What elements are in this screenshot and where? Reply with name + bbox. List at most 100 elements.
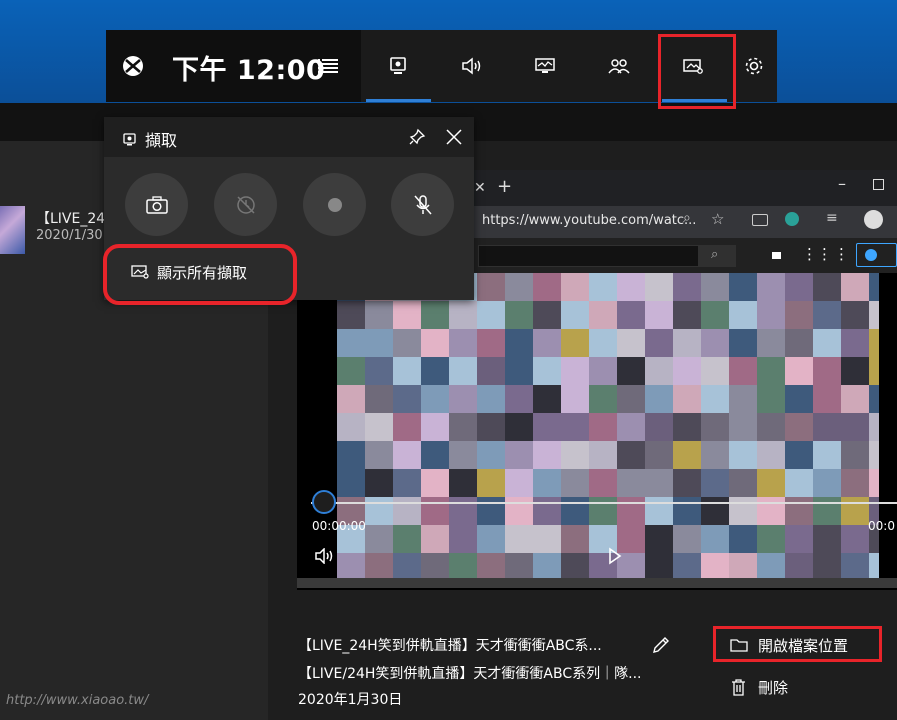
- video-mosaic-tile: [505, 553, 533, 578]
- social-widget-button[interactable]: [593, 30, 645, 102]
- video-mosaic-tile: [841, 385, 869, 413]
- video-mosaic-tile: [421, 301, 449, 329]
- video-mosaic-tile: [785, 273, 813, 301]
- video-mosaic-tile: [449, 357, 477, 385]
- gallery-item-title[interactable]: 【LIVE_24: [36, 208, 105, 228]
- video-mosaic-tile: [477, 413, 505, 441]
- video-mosaic-tile: [365, 469, 393, 497]
- video-mosaic-tile: [533, 273, 561, 301]
- video-mosaic-tile: [617, 441, 645, 469]
- screenshot-button[interactable]: [125, 173, 188, 236]
- camera-icon: [145, 195, 168, 214]
- video-mosaic-tile: [869, 329, 879, 357]
- video-mosaic-tile: [561, 385, 589, 413]
- site-watermark: http://www.xiaoao.tw/: [6, 693, 149, 708]
- video-mosaic-tile: [617, 385, 645, 413]
- gallery-thumbnail[interactable]: [0, 206, 25, 254]
- close-tab-icon[interactable]: ✕: [474, 180, 486, 196]
- video-mosaic-tile: [477, 357, 505, 385]
- video-camera-icon[interactable]: [772, 252, 781, 259]
- video-mosaic-tile: [477, 329, 505, 357]
- audio-widget-button[interactable]: [446, 30, 498, 102]
- video-mosaic-tile: [617, 301, 645, 329]
- performance-icon: [535, 58, 555, 73]
- start-recording-button[interactable]: [303, 173, 366, 236]
- more-options-icon[interactable]: ⋮: [834, 245, 849, 263]
- video-mosaic-tile: [841, 413, 869, 441]
- record-last-button[interactable]: [214, 173, 277, 236]
- video-mosaic-tile: [589, 385, 617, 413]
- url-field[interactable]: https://www.youtube.com/watc...: [482, 213, 696, 228]
- video-mosaic-tile: [365, 553, 393, 578]
- close-icon[interactable]: [446, 129, 462, 149]
- video-mosaic-tile: [505, 413, 533, 441]
- social-icon: [608, 59, 630, 74]
- video-mosaic-tile: [785, 525, 813, 553]
- video-mosaic-tile: [393, 413, 421, 441]
- video-mosaic-tile: [869, 469, 879, 497]
- mic-toggle-button[interactable]: [391, 173, 454, 236]
- video-mosaic-tile: [449, 301, 477, 329]
- video-mosaic-tile: [337, 413, 365, 441]
- video-mosaic-tile: [701, 385, 729, 413]
- video-mosaic-tile: [477, 301, 505, 329]
- edit-icon[interactable]: [651, 635, 671, 659]
- play-icon[interactable]: [608, 547, 622, 569]
- gallery-highlight-box: [658, 34, 736, 109]
- video-mosaic-tile: [645, 329, 673, 357]
- progress-track[interactable]: [311, 502, 897, 504]
- pin-icon[interactable]: [408, 128, 426, 150]
- video-mosaic-tile: [589, 329, 617, 357]
- profile-avatar[interactable]: [864, 210, 883, 229]
- video-mosaic-tile: [645, 385, 673, 413]
- video-mosaic-tile: [757, 469, 785, 497]
- video-mosaic-tile: [673, 385, 701, 413]
- menu-icon[interactable]: [318, 58, 338, 74]
- performance-widget-button[interactable]: [519, 30, 571, 102]
- video-mosaic-tile: [477, 441, 505, 469]
- video-mosaic-tile: [729, 357, 757, 385]
- trash-icon: [731, 679, 746, 700]
- capture-title: 【LIVE_24H笑到併軌直播】天才衝衝衝ABC系...: [298, 638, 602, 654]
- video-mosaic-tile: [589, 469, 617, 497]
- new-tab-icon[interactable]: +: [497, 176, 512, 197]
- video-mosaic-tile: [421, 413, 449, 441]
- capture-description: 【LIVE/24H笑到併軌直播】天才衝衝衝ABC系列｜隊...: [298, 666, 642, 682]
- video-mosaic-tile: [505, 525, 533, 553]
- apps-grid-icon[interactable]: ⋮⋮: [802, 245, 832, 263]
- video-mosaic-tile: [701, 469, 729, 497]
- video-mosaic-tile: [365, 357, 393, 385]
- settings-icon[interactable]: [743, 55, 765, 77]
- video-mosaic-tile: [449, 553, 477, 578]
- video-mosaic-tile: [337, 441, 365, 469]
- star-icon[interactable]: ☆: [711, 210, 724, 228]
- open-file-location-button[interactable]: 開啟檔案位置: [758, 635, 848, 656]
- video-mosaic-tile: [701, 525, 729, 553]
- minimize-icon[interactable]: –: [838, 174, 846, 193]
- video-mosaic-tile: [645, 301, 673, 329]
- video-mosaic-tile: [365, 301, 393, 329]
- video-mosaic-tile: [505, 357, 533, 385]
- video-mosaic-tile: [645, 553, 673, 578]
- zoom-icon[interactable]: ⌕: [683, 210, 691, 226]
- volume-icon[interactable]: [314, 547, 336, 568]
- youtube-search-box[interactable]: [478, 245, 700, 267]
- maximize-icon[interactable]: [873, 179, 884, 190]
- video-mosaic-tile: [757, 441, 785, 469]
- extension-icon[interactable]: [785, 212, 799, 226]
- extension-icon[interactable]: [752, 214, 768, 226]
- video-mosaic-tile: [701, 441, 729, 469]
- capture-icon: [123, 131, 136, 150]
- xbox-icon[interactable]: [121, 54, 145, 78]
- video-mosaic-tile: [421, 469, 449, 497]
- video-mosaic-tile: [729, 273, 757, 301]
- capture-date: 2020年1月30日: [298, 692, 403, 708]
- video-mosaic-tile: [645, 525, 673, 553]
- video-mosaic-tile: [645, 273, 673, 301]
- video-mosaic-tile: [561, 273, 589, 301]
- delete-button[interactable]: 刪除: [758, 677, 788, 698]
- progress-scrubber[interactable]: [312, 490, 336, 514]
- video-mosaic-tile: [813, 525, 841, 553]
- playlist-icon[interactable]: ≡: [826, 210, 838, 226]
- capture-widget-button[interactable]: [372, 30, 424, 102]
